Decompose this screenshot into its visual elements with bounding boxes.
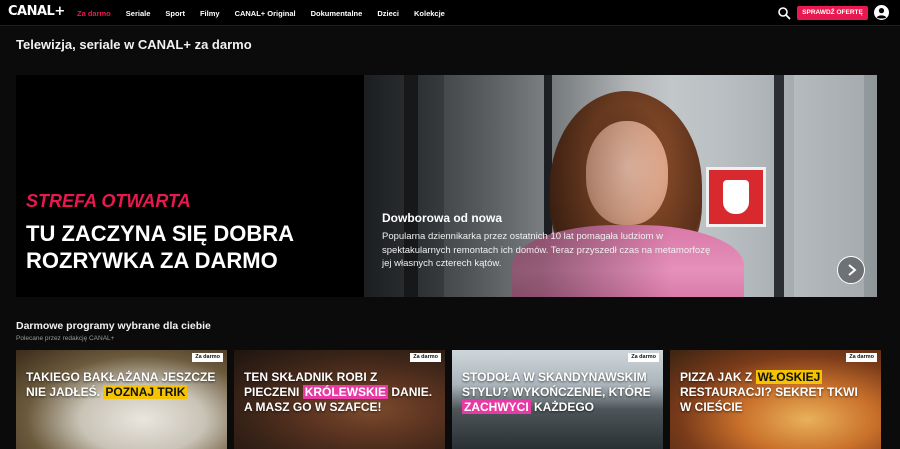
- card-headline: PIZZA JAK Z WŁOSKIEJ RESTAURACJI? SEKRET…: [680, 370, 858, 414]
- hero-banner[interactable]: STREFA OTWARTA TU ZACZYNA SIĘ DOBRA ROZR…: [16, 75, 877, 297]
- card-headline: STODOŁA W SKANDYNAWSKIM STYLU? WYKOŃCZEN…: [462, 370, 651, 414]
- free-badge: Za darmo: [846, 353, 877, 362]
- search-icon[interactable]: [777, 6, 791, 20]
- program-card[interactable]: Za darmo STODOŁA W SKANDYNAWSKIM STYLU? …: [452, 350, 663, 449]
- section-title: Darmowe programy wybrane dla ciebie: [16, 320, 211, 332]
- carousel-next-button[interactable]: [837, 256, 865, 284]
- user-avatar-icon[interactable]: [874, 5, 889, 20]
- check-offer-button[interactable]: SPRAWDŹ OFERTĘ: [797, 6, 868, 20]
- free-badge: Za darmo: [628, 353, 659, 362]
- page-title: Telewizja, seriale w CANAL+ za darmo: [16, 37, 252, 52]
- section-subtitle: Polecane przez redakcję CANAL+: [16, 335, 115, 342]
- card-highlight: WŁOSKIEJ: [755, 370, 823, 384]
- card-highlight: KRÓLEWSKIE: [302, 385, 389, 399]
- nav-link-za-darmo[interactable]: Za darmo: [77, 9, 111, 18]
- hero-kicker: STREFA OTWARTA: [26, 191, 191, 211]
- nav-link-sport[interactable]: Sport: [165, 9, 185, 18]
- program-card[interactable]: Za darmo TAKIEGO BAKŁAŻANA JESZCZE NIE J…: [16, 350, 227, 449]
- top-navigation: CANAL+ Za darmo Seriale Sport Filmy CANA…: [0, 0, 900, 26]
- nav-link-dokumentalne[interactable]: Dokumentalne: [311, 9, 363, 18]
- card-headline: TAKIEGO BAKŁAŻANA JESZCZE NIE JADŁEŚ. PO…: [26, 370, 216, 399]
- nav-link-dzieci[interactable]: Dzieci: [377, 9, 399, 18]
- hero-show-title: Dowborowa od nowa: [382, 211, 502, 225]
- nav-link-filmy[interactable]: Filmy: [200, 9, 220, 18]
- hero-description: Popularna dziennikarka przez ostatnich 1…: [382, 231, 711, 269]
- nav-links: Za darmo Seriale Sport Filmy CANAL+ Orig…: [77, 0, 460, 26]
- card-highlight: ZACHWYCI: [462, 400, 531, 414]
- nav-link-canal-original[interactable]: CANAL+ Original: [235, 9, 296, 18]
- card-headline: TEN SKŁADNIK ROBI Z PIECZENI KRÓLEWSKIE …: [244, 370, 433, 414]
- free-badge: Za darmo: [192, 353, 223, 362]
- program-card[interactable]: Za darmo PIZZA JAK Z WŁOSKIEJ RESTAURACJ…: [670, 350, 881, 449]
- hero-image: Dowborowa od nowa Popularna dziennikarka…: [364, 75, 877, 297]
- card-highlight: POZNAJ TRIK: [103, 385, 188, 399]
- canal-plus-logo[interactable]: CANAL+: [8, 4, 65, 19]
- nav-link-seriale[interactable]: Seriale: [126, 9, 151, 18]
- chevron-right-icon: [848, 264, 857, 276]
- program-card[interactable]: Za darmo TEN SKŁADNIK ROBI Z PIECZENI KR…: [234, 350, 445, 449]
- hero-headline: TU ZACZYNA SIĘ DOBRA ROZRYWKA ZA DARMO: [26, 221, 294, 273]
- free-badge: Za darmo: [410, 353, 441, 362]
- nav-link-kolekcje[interactable]: Kolekcje: [414, 9, 445, 18]
- hero-promo-panel: STREFA OTWARTA TU ZACZYNA SIĘ DOBRA ROZR…: [16, 75, 364, 297]
